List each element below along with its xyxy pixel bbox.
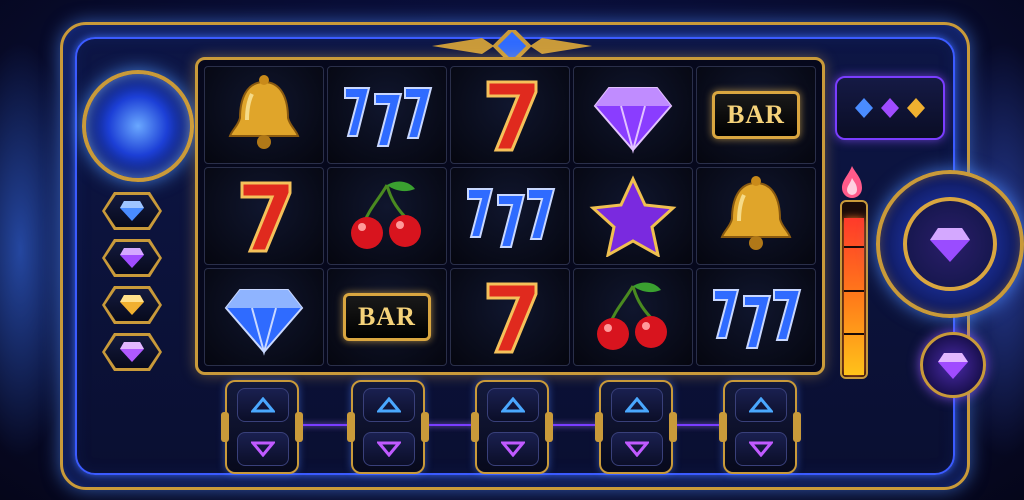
spin-dial-icon[interactable] bbox=[876, 170, 1024, 318]
reel-control-2 bbox=[347, 380, 429, 474]
arrow-down-icon bbox=[749, 441, 773, 457]
triple-seven-blue-icon bbox=[344, 87, 433, 147]
arrow-down-icon bbox=[501, 441, 525, 457]
reel-1-up-button[interactable] bbox=[237, 388, 289, 422]
reel-controls bbox=[195, 378, 825, 474]
gem-indicator-violet bbox=[102, 333, 162, 371]
arrow-down-icon bbox=[251, 441, 275, 457]
gem-indicator-purple bbox=[102, 239, 162, 277]
spin-dial-ring[interactable] bbox=[903, 197, 997, 291]
gem-blue-icon bbox=[120, 201, 144, 221]
right-gem-indicators bbox=[835, 76, 945, 140]
energy-orb-icon[interactable] bbox=[82, 70, 194, 182]
connector-line bbox=[421, 424, 477, 426]
connector-line bbox=[295, 424, 355, 426]
cherries-icon bbox=[597, 282, 667, 350]
ctrl-bracket bbox=[347, 412, 355, 442]
connector-line bbox=[545, 424, 601, 426]
arrow-up-icon bbox=[625, 397, 649, 413]
reel-3-down-button[interactable] bbox=[487, 432, 539, 466]
reel-cell bbox=[696, 167, 816, 265]
reel-grid: BAR BAR bbox=[195, 57, 825, 375]
reel-cell: BAR bbox=[327, 268, 447, 366]
star-purple-icon bbox=[589, 175, 677, 257]
bonus-orb-button[interactable] bbox=[920, 332, 986, 398]
gem-purple-icon bbox=[881, 98, 899, 118]
bell-icon bbox=[720, 176, 792, 250]
diamond-purple-icon bbox=[593, 87, 673, 154]
gem-violet-icon bbox=[120, 342, 144, 362]
arrow-down-icon bbox=[625, 441, 649, 457]
triple-seven-blue-icon bbox=[713, 289, 802, 349]
reel-control-1 bbox=[221, 380, 303, 474]
reel-control-4 bbox=[595, 380, 677, 474]
arrow-up-icon bbox=[251, 397, 275, 413]
power-tick bbox=[844, 289, 864, 292]
reel-4-down-button[interactable] bbox=[611, 432, 663, 466]
gem-gold-icon bbox=[907, 98, 925, 118]
power-meter bbox=[840, 200, 868, 379]
gem-violet-icon bbox=[938, 353, 968, 379]
power-tick bbox=[844, 245, 864, 248]
ctrl-bracket bbox=[421, 412, 429, 442]
reel-cell bbox=[450, 268, 570, 366]
left-gem-indicators bbox=[96, 192, 168, 380]
arrow-down-icon bbox=[377, 441, 401, 457]
diamond-blue-icon bbox=[224, 289, 304, 356]
gem-blue-icon bbox=[855, 98, 873, 118]
reel-1-down-button[interactable] bbox=[237, 432, 289, 466]
flame-icon bbox=[842, 166, 862, 198]
reel-4-up-button[interactable] bbox=[611, 388, 663, 422]
reel-cell bbox=[450, 66, 570, 164]
bar-symbol: BAR bbox=[712, 91, 800, 139]
reel-3-up-button[interactable] bbox=[487, 388, 539, 422]
bar-symbol: BAR bbox=[343, 293, 431, 341]
reel-5-up-button[interactable] bbox=[735, 388, 787, 422]
ctrl-bracket bbox=[545, 412, 553, 442]
connector-line bbox=[669, 424, 725, 426]
reel-cell bbox=[573, 66, 693, 164]
ctrl-bracket bbox=[221, 412, 229, 442]
seven-red-icon bbox=[486, 80, 538, 152]
reel-cell bbox=[204, 66, 324, 164]
reel-cell bbox=[204, 167, 324, 265]
triple-seven-blue-icon bbox=[467, 188, 556, 248]
ctrl-bracket bbox=[595, 412, 603, 442]
ctrl-bracket bbox=[719, 412, 727, 442]
seven-red-icon bbox=[486, 282, 538, 354]
reel-control-3 bbox=[471, 380, 553, 474]
arrow-up-icon bbox=[749, 397, 773, 413]
power-meter-fill bbox=[844, 218, 864, 375]
seven-red-icon bbox=[240, 181, 292, 253]
reel-cell bbox=[327, 167, 447, 265]
reel-control-5 bbox=[719, 380, 801, 474]
ctrl-bracket bbox=[669, 412, 677, 442]
ctrl-bracket bbox=[793, 412, 801, 442]
gem-purple-icon bbox=[120, 248, 144, 268]
ctrl-bracket bbox=[295, 412, 303, 442]
arrow-up-icon bbox=[377, 397, 401, 413]
reel-cell bbox=[696, 268, 816, 366]
reel-cell bbox=[450, 167, 570, 265]
reel-5-down-button[interactable] bbox=[735, 432, 787, 466]
gem-indicator-gold bbox=[102, 286, 162, 324]
reel-2-up-button[interactable] bbox=[363, 388, 415, 422]
ctrl-bracket bbox=[471, 412, 479, 442]
gem-violet-icon bbox=[930, 228, 970, 262]
reel-cell bbox=[327, 66, 447, 164]
cherries-icon bbox=[351, 181, 421, 249]
reel-2-down-button[interactable] bbox=[363, 432, 415, 466]
arrow-up-icon bbox=[501, 397, 525, 413]
power-tick bbox=[844, 333, 864, 336]
reel-cell: BAR bbox=[696, 66, 816, 164]
gem-gold-icon bbox=[120, 295, 144, 315]
reel-cell bbox=[204, 268, 324, 366]
gem-indicator-blue bbox=[102, 192, 162, 230]
bell-icon bbox=[228, 75, 300, 149]
reel-cell bbox=[573, 268, 693, 366]
reel-cell bbox=[573, 167, 693, 265]
